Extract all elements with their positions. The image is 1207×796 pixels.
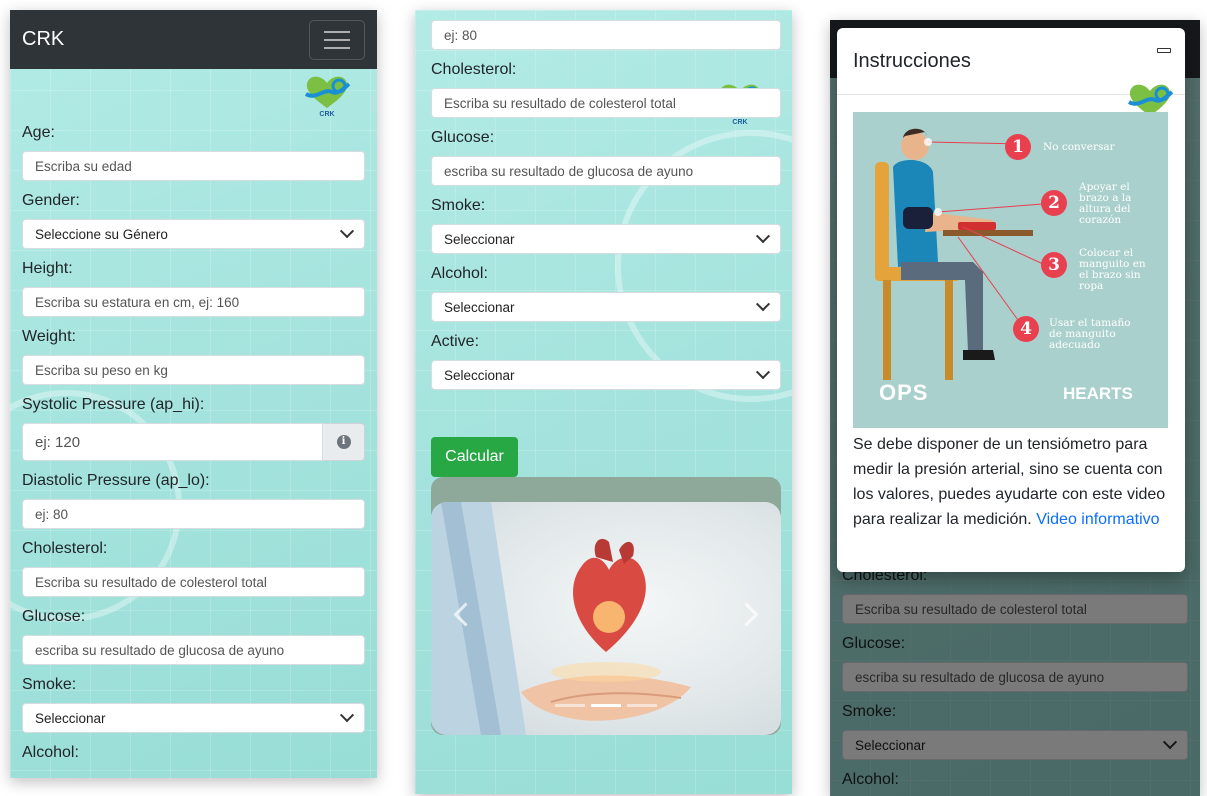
ops-logo: OPS (879, 380, 929, 405)
phone-screen-form-bottom: CRK ej: 80 Cholesterol: Escriba su resul… (415, 10, 792, 794)
cholesterol-input[interactable]: Escriba su resultado de colesterol total (22, 567, 365, 597)
chevron-down-icon (755, 297, 771, 312)
step-number: 3 (1041, 252, 1067, 278)
calculate-button[interactable]: Calcular (431, 437, 518, 477)
video-link[interactable]: Video informativo (1036, 511, 1159, 528)
smoke-label: Smoke: (22, 676, 77, 693)
step-text: Apoyar el brazo a la altura del corazón (1079, 181, 1132, 226)
chevron-down-icon (755, 229, 771, 244)
carousel-indicators (431, 704, 781, 707)
chevron-down-icon (755, 365, 771, 380)
cholesterol-label: Cholesterol: (22, 540, 108, 557)
diastolic-label: Diastolic Pressure (ap_lo): (22, 472, 210, 489)
smoke-select-value: Seleccionar (35, 710, 106, 726)
modal-body-text: Se debe disponer de un tensiómetro para … (853, 432, 1175, 532)
heart-in-hands-image (431, 502, 691, 735)
systolic-input[interactable]: ej: 120 (22, 423, 323, 461)
active-select-value: Seleccionar (444, 367, 515, 383)
active-select[interactable]: Seleccionar (431, 360, 781, 390)
diastolic-input[interactable]: ej: 80 (431, 20, 781, 50)
glucose-label: Glucose: (22, 608, 86, 625)
blood-pressure-instructions-image: 1 No conversar 2 Apoyar el brazo a la al… (853, 112, 1168, 428)
cholesterol-label: Cholesterol: (431, 61, 517, 78)
image-carousel[interactable] (431, 477, 781, 735)
prediction-form: Age: Escriba su edad Gender: Seleccione … (22, 121, 365, 765)
height-label: Height: (22, 260, 73, 277)
navbar: CRK (10, 10, 377, 69)
chevron-down-icon (339, 224, 355, 239)
systolic-info-button[interactable]: i (323, 423, 365, 461)
smoke-select[interactable]: Seleccionar (22, 703, 365, 733)
carousel-indicator-active[interactable] (591, 704, 621, 707)
diastolic-input[interactable]: ej: 80 (22, 499, 365, 529)
glucose-input[interactable]: escriba su resultado de glucosa de ayuno (22, 635, 365, 665)
cholesterol-input[interactable]: Escriba su resultado de colesterol total (431, 88, 781, 118)
alcohol-select-value: Seleccionar (444, 299, 515, 315)
prediction-form: ej: 80 Cholesterol: Escriba su resultado… (431, 20, 781, 398)
age-input[interactable]: Escriba su edad (22, 151, 365, 181)
systolic-label: Systolic Pressure (ap_hi): (22, 396, 205, 413)
smoke-select[interactable]: Seleccionar (431, 224, 781, 254)
smoke-label: Smoke: (431, 197, 486, 214)
alcohol-label: Alcohol: (22, 744, 79, 761)
step-text: Colocar el manguito en el brazo sin ropa (1079, 247, 1146, 292)
phone-screen-instructions-modal: Cholesterol: Escriba su resultado de col… (830, 20, 1200, 796)
chevron-down-icon (339, 708, 355, 723)
glucose-label: Glucose: (431, 129, 495, 146)
gender-select[interactable]: Seleccione su Género (22, 219, 365, 249)
smoke-select-value: Seleccionar (444, 231, 515, 247)
navbar-brand[interactable]: CRK (22, 28, 64, 51)
logo-label: CRK (319, 111, 335, 118)
step-text: No conversar (1043, 141, 1115, 153)
carousel-indicator[interactable] (555, 704, 585, 707)
modal-title: Instrucciones (853, 50, 971, 72)
step-number: 2 (1041, 190, 1067, 216)
weight-label: Weight: (22, 328, 76, 345)
active-label: Active: (431, 333, 480, 350)
carousel-indicator[interactable] (627, 704, 657, 707)
gender-select-value: Seleccione su Género (35, 226, 168, 242)
age-label: Age: (22, 124, 55, 141)
systolic-input-group: ej: 120 i (22, 423, 365, 461)
instructions-modal: Instrucciones CRK (837, 28, 1185, 572)
alcohol-label: Alcohol: (431, 265, 488, 282)
step-number: 1 (1005, 134, 1031, 160)
gender-label: Gender: (22, 192, 80, 209)
menu-toggle-button[interactable] (309, 19, 365, 60)
info-icon: i (336, 435, 351, 449)
glucose-input[interactable]: escriba su resultado de glucosa de ayuno (431, 156, 781, 186)
carousel-slide-heart (431, 502, 781, 735)
minimize-icon[interactable] (1157, 48, 1171, 53)
height-input[interactable]: Escriba su estatura en cm, ej: 160 (22, 287, 365, 317)
step-text: Usar el tamaño de manguito adecuado (1049, 317, 1131, 351)
crk-logo: CRK (302, 74, 352, 118)
alcohol-select[interactable]: Seleccionar (431, 292, 781, 322)
step-number: 4 (1013, 316, 1039, 342)
phone-screen-form-top: CRK CRK Age: Escriba su edad Gender: Sel… (10, 10, 377, 778)
hearts-logo: HEARTS (1063, 384, 1133, 403)
weight-input[interactable]: Escriba su peso en kg (22, 355, 365, 385)
